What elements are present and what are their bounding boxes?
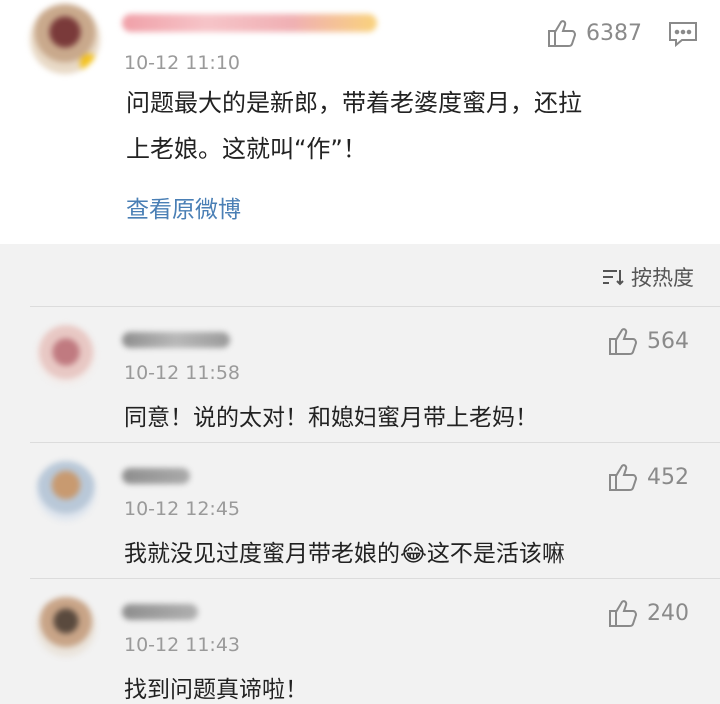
like-button[interactable]: 240	[607, 598, 689, 628]
chat-bubble-icon[interactable]	[668, 20, 698, 48]
thumbs-up-icon	[609, 600, 638, 627]
like-count: 564	[647, 328, 689, 354]
comment-text: 找到问题真谛啦！	[124, 677, 308, 703]
sort-icon	[603, 270, 624, 286]
avatar[interactable]	[36, 325, 96, 385]
divider	[30, 578, 720, 579]
like-button[interactable]: 6387	[546, 18, 642, 48]
like-button[interactable]: 452	[607, 462, 689, 492]
divider	[30, 306, 720, 307]
comment-text-line-1: 问题最大的是新郎，带着老婆度蜜月，还拉	[126, 89, 582, 117]
timestamp: 10-12 11:10	[124, 52, 241, 74]
comment-text-part: 这不是活该嘛	[426, 541, 565, 567]
timestamp: 10-12 11:43	[124, 634, 241, 656]
avatar[interactable]	[36, 597, 96, 657]
thumbs-up-icon	[609, 328, 638, 355]
comment-text-part: 我就没见过度蜜月带老娘的	[124, 541, 400, 567]
like-count: 240	[647, 600, 689, 626]
username-blurred[interactable]	[122, 604, 198, 620]
thumbs-up-icon	[609, 464, 638, 491]
avatar[interactable]	[36, 461, 96, 521]
username-blurred[interactable]	[122, 468, 190, 484]
avatar[interactable]	[30, 4, 100, 74]
thumbs-up-icon	[548, 20, 577, 47]
timestamp: 10-12 12:45	[124, 498, 241, 520]
like-button[interactable]: 564	[607, 326, 689, 356]
comment-text-line-2: 上老娘。这就叫“作”！	[126, 135, 367, 163]
timestamp: 10-12 11:58	[124, 362, 241, 384]
username-blurred[interactable]	[122, 332, 230, 348]
like-count: 452	[647, 464, 689, 490]
main-comment-card: 10-12 11:10 6387 问题最大的是新郎，带着老婆度蜜月，还拉 上老娘…	[0, 0, 720, 244]
comment-text: 我就没见过度蜜月带老娘的😂这不是活该嘛	[124, 534, 565, 568]
username-blurred[interactable]	[122, 14, 377, 32]
divider	[30, 442, 720, 443]
sort-by-hot-button[interactable]: 按热度	[601, 262, 694, 292]
laughing-crying-emoji-icon: 😂	[400, 541, 427, 567]
like-count: 6387	[586, 20, 642, 46]
comment-text: 同意！说的太对！和媳妇蜜月带上老妈！	[124, 405, 538, 431]
view-original-link[interactable]: 查看原微博	[126, 190, 241, 224]
sort-label: 按热度	[631, 266, 694, 290]
